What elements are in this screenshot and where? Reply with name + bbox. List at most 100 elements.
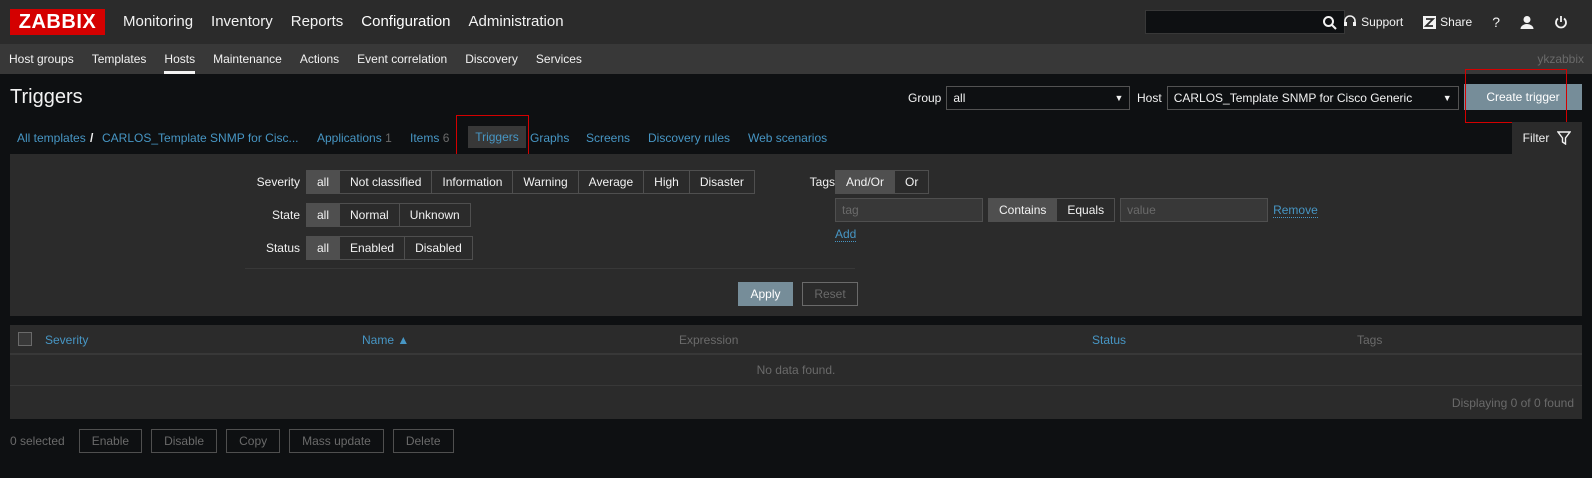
sub-nav-maintenance[interactable]: Maintenance [204,44,291,74]
chevron-down-icon: ▼ [1114,93,1124,103]
tag-operator-contains[interactable]: Contains [989,199,1058,221]
status-option-disabled[interactable]: Disabled [405,237,472,259]
breadcrumb-all-templates[interactable]: All templates [17,131,86,145]
host-label: Host [1137,91,1162,105]
select-all-checkbox[interactable] [18,332,32,346]
support-link[interactable]: Support [1333,15,1413,29]
global-search-input[interactable] [1145,10,1345,34]
state-option-unknown[interactable]: Unknown [399,204,470,226]
tag-input[interactable]: tag [835,198,983,222]
tab-graphs[interactable]: Graphs [530,131,569,145]
share-link[interactable]: Share [1413,15,1482,29]
add-tag-link[interactable]: Add [835,227,857,242]
status-option-all[interactable]: all [307,237,341,259]
tags-logic-segmented: And/Or Or [835,170,930,194]
state-label: State [271,208,300,222]
status-segmented: all Enabled Disabled [306,236,473,260]
tags-logic-and-or[interactable]: And/Or [836,171,896,193]
tags-logic-filter: Tags And/Or Or [796,170,930,194]
tab-applications-label: Applications [317,131,382,145]
sub-nav-templates[interactable]: Templates [83,44,156,74]
sub-nav-actions[interactable]: Actions [291,44,348,74]
state-option-normal[interactable]: Normal [340,204,400,226]
state-option-all[interactable]: all [307,204,341,226]
severity-option-information[interactable]: Information [432,171,514,193]
tab-web-scenarios[interactable]: Web scenarios [748,131,827,145]
highlight-box [1465,69,1567,123]
tag-value-input[interactable]: value [1120,198,1269,222]
tab-items[interactable]: Items 6 [410,131,449,145]
funnel-icon [1557,131,1572,145]
power-icon [1555,16,1567,29]
column-name[interactable]: Name ▲ [362,333,409,347]
status-option-enabled[interactable]: Enabled [340,237,406,259]
tab-items-label: Items [410,131,440,145]
main-nav-inventory[interactable]: Inventory [202,0,282,44]
tags-logic-or[interactable]: Or [895,171,929,193]
disable-button[interactable]: Disable [151,429,218,453]
main-nav: Monitoring Inventory Reports Configurati… [114,0,573,44]
reset-button[interactable]: Reset [802,282,858,306]
tag-operator-equals[interactable]: Equals [1057,199,1115,221]
user-profile-link[interactable] [1510,15,1544,29]
sub-nav-discovery[interactable]: Discovery [456,44,527,74]
remove-tag-link[interactable]: Remove [1273,203,1318,218]
breadcrumb-template[interactable]: CARLOS_Template SNMP for Cisc... [102,131,299,145]
column-tags: Tags [1357,333,1383,347]
share-label: Share [1440,15,1473,29]
sub-nav-hosts[interactable]: Hosts [155,44,204,74]
severity-filter: Severity all Not classified Information … [246,170,755,194]
state-segmented: all Normal Unknown [306,203,471,227]
apply-button[interactable]: Apply [738,282,793,306]
main-nav-reports[interactable]: Reports [282,0,353,44]
main-nav-monitoring[interactable]: Monitoring [114,0,202,44]
severity-option-high[interactable]: High [644,171,690,193]
main-nav-administration[interactable]: Administration [460,0,573,44]
severity-option-all[interactable]: all [307,171,341,193]
share-z-icon [1423,15,1437,29]
group-select[interactable]: all ▼ [946,86,1131,110]
filter-divider [245,268,855,269]
enable-button[interactable]: Enable [78,429,143,453]
column-expression: Expression [679,333,739,347]
tab-applications[interactable]: Applications 1 [317,131,392,145]
sub-nav-host-groups[interactable]: Host groups [0,44,83,74]
help-icon: ? [1492,14,1500,30]
host-select[interactable]: CARLOS_Template SNMP for Cisco Generic ▼ [1166,86,1459,110]
delete-button[interactable]: Delete [392,429,454,453]
sub-nav-event-correlation[interactable]: Event correlation [348,44,456,74]
tab-items-count: 6 [442,131,450,145]
sub-nav: Host groups Templates Hosts Maintenance … [0,44,1592,74]
group-label: Group [908,91,942,105]
sub-nav-services[interactable]: Services [527,44,591,74]
mass-update-button[interactable]: Mass update [289,429,384,453]
top-links: Support Share ? [1333,0,1578,44]
no-data-message: No data found. [756,363,836,377]
status-filter: Status all Enabled Disabled [246,236,473,260]
severity-option-disaster[interactable]: Disaster [689,171,754,193]
breadcrumb-separator: / [90,131,94,145]
severity-segmented: all Not classified Information Warning A… [306,170,755,194]
main-nav-configuration[interactable]: Configuration [352,0,459,44]
sign-out-link[interactable] [1544,15,1578,29]
top-bar: ZABBIX Monitoring Inventory Reports Conf… [0,0,1592,44]
filter-tab[interactable]: Filter [1512,122,1582,154]
headset-icon [1344,15,1357,26]
tab-discovery-rules[interactable]: Discovery rules [648,131,730,145]
zabbix-logo[interactable]: ZABBIX [10,9,105,35]
severity-option-average[interactable]: Average [578,171,645,193]
selected-count: 0 selected [10,434,65,448]
severity-option-not-classified[interactable]: Not classified [340,171,433,193]
tab-screens[interactable]: Screens [586,131,630,145]
severity-option-warning[interactable]: Warning [513,171,579,193]
column-status[interactable]: Status [1092,333,1126,347]
state-filter: State all Normal Unknown [246,203,471,227]
chevron-down-icon: ▼ [1442,93,1452,103]
column-severity[interactable]: Severity [45,333,88,347]
table-footer: Displaying 0 of 0 found [10,385,1582,419]
tab-applications-count: 1 [385,131,392,145]
help-link[interactable]: ? [1482,14,1510,30]
support-label: Support [1361,15,1404,29]
copy-button[interactable]: Copy [226,429,281,453]
paging-info: Displaying 0 of 0 found [1451,396,1574,410]
